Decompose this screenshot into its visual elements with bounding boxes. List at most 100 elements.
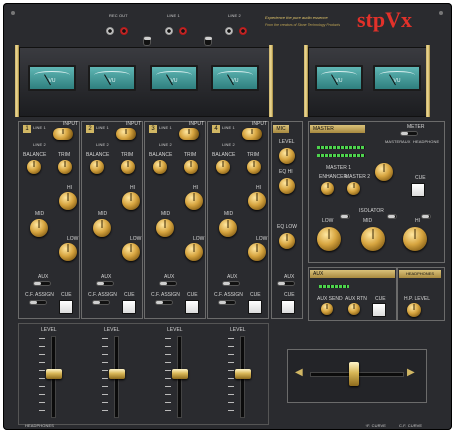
- cf-assign-switch-3[interactable]: [155, 300, 173, 305]
- mic-level-knob[interactable]: [279, 148, 295, 164]
- low-knob-4[interactable]: [248, 243, 266, 261]
- isolator-low-knob[interactable]: [317, 227, 341, 251]
- mid-knob-1[interactable]: [30, 219, 48, 237]
- cf-assign-switch-2[interactable]: [92, 300, 110, 305]
- input-selector-3[interactable]: [179, 128, 199, 140]
- trim-label: TRIM: [121, 152, 134, 158]
- isolator-low-kill[interactable]: [340, 214, 350, 219]
- balance-knob-4[interactable]: [216, 160, 230, 174]
- line2-label: LINE 2: [228, 13, 241, 18]
- aux-switch-2[interactable]: [96, 281, 114, 286]
- cue-label: CUE: [61, 292, 72, 298]
- aux-cue-button[interactable]: [372, 303, 386, 317]
- meter-opt: HEADPHONE: [413, 139, 440, 144]
- rec-out-jack-l[interactable]: [106, 27, 114, 35]
- cf-curve-label-left: ↑F. CURVE: [365, 423, 387, 428]
- master1-knob[interactable]: [375, 163, 393, 181]
- mid-knob-4[interactable]: [219, 219, 237, 237]
- line1-option: LINE 1: [33, 125, 46, 130]
- cue-button-3[interactable]: [185, 300, 199, 314]
- low-knob-2[interactable]: [122, 243, 140, 261]
- channel-fader-2[interactable]: [109, 369, 125, 379]
- input-selector-2[interactable]: [116, 128, 136, 140]
- low-label: LOW: [256, 236, 268, 242]
- fader-scale: [165, 338, 171, 418]
- vu-meter-master-l: VU: [315, 65, 363, 91]
- aux-rtn-knob[interactable]: [348, 303, 360, 315]
- hi-knob-2[interactable]: [122, 192, 140, 210]
- input-selector-4[interactable]: [242, 128, 262, 140]
- brand-tagline: Experience the pure audio essence: [265, 15, 328, 20]
- aux-switch-1[interactable]: [33, 281, 51, 286]
- low-knob-1[interactable]: [59, 243, 77, 261]
- aux-switch-4[interactable]: [222, 281, 240, 286]
- cf-assign-switch-1[interactable]: [29, 300, 47, 305]
- line1-jack-r[interactable]: [179, 27, 187, 35]
- balance-label: BALANCE: [23, 152, 47, 158]
- channel-strip-1: [18, 121, 80, 319]
- line1-jack-l[interactable]: [165, 27, 173, 35]
- cue-button-1[interactable]: [59, 300, 73, 314]
- enhancer-knob[interactable]: [321, 182, 334, 195]
- hi-knob-4[interactable]: [248, 192, 266, 210]
- screw: [11, 11, 15, 15]
- channel-fader-1[interactable]: [46, 369, 62, 379]
- channel-strip-2: [81, 121, 143, 319]
- channel-fader-4[interactable]: [235, 369, 251, 379]
- low-knob-3[interactable]: [185, 243, 203, 261]
- mic-aux-switch[interactable]: [277, 281, 295, 286]
- mic-cue-button[interactable]: [281, 300, 295, 314]
- master-cue-button[interactable]: [411, 183, 425, 197]
- aux-send-label: AUX SEND: [317, 296, 343, 302]
- cue-button-2[interactable]: [122, 300, 136, 314]
- hi-label: HI: [67, 185, 72, 191]
- cue-label: CUE: [187, 292, 198, 298]
- isolator-hi-kill[interactable]: [421, 214, 431, 219]
- low-label: LOW: [130, 236, 142, 242]
- hp-level-knob[interactable]: [407, 303, 421, 317]
- line2-jack-l[interactable]: [225, 27, 233, 35]
- line2-option: LINE 2: [159, 142, 172, 147]
- balance-knob-1[interactable]: [27, 160, 41, 174]
- isolator-mid-knob[interactable]: [361, 227, 385, 251]
- master2-knob[interactable]: [347, 182, 360, 195]
- mid-label: MID: [224, 211, 234, 217]
- meter-select-switch[interactable]: [400, 131, 418, 136]
- meter-label: METER: [407, 124, 425, 130]
- trim-knob-3[interactable]: [184, 160, 198, 174]
- cue-label: CUE: [250, 292, 261, 298]
- line1-ground-switch[interactable]: [143, 36, 151, 46]
- mid-knob-2[interactable]: [93, 219, 111, 237]
- cue-button-4[interactable]: [248, 300, 262, 314]
- aux-label: AUX: [101, 274, 112, 280]
- fader-level-label: LEVEL: [41, 327, 57, 333]
- meter-rail: [269, 45, 273, 117]
- line1-label: LINE 1: [167, 13, 180, 18]
- hi-knob-3[interactable]: [185, 192, 203, 210]
- channel-fader-3[interactable]: [172, 369, 188, 379]
- input-selector-1[interactable]: [53, 128, 73, 140]
- aux-send-knob[interactable]: [321, 303, 333, 315]
- cf-assign-switch-4[interactable]: [218, 300, 236, 305]
- balance-knob-2[interactable]: [90, 160, 104, 174]
- trim-knob-2[interactable]: [121, 160, 135, 174]
- mid-knob-3[interactable]: [156, 219, 174, 237]
- vu-meter-2: VU: [88, 65, 136, 91]
- aux-switch-3[interactable]: [159, 281, 177, 286]
- line2-ground-switch[interactable]: [204, 36, 212, 46]
- mic-eq-low-knob[interactable]: [279, 233, 295, 249]
- rec-out-jack-r[interactable]: [120, 27, 128, 35]
- mic-eq-hi-knob[interactable]: [279, 178, 295, 194]
- balance-knob-3[interactable]: [153, 160, 167, 174]
- isolator-low-label: LOW: [322, 218, 334, 224]
- mic-eq-low-label: EQ LOW: [277, 224, 298, 230]
- line2-jack-r[interactable]: [239, 27, 247, 35]
- isolator-mid-kill[interactable]: [387, 214, 397, 219]
- isolator-hi-knob[interactable]: [403, 227, 427, 251]
- hi-knob-1[interactable]: [59, 192, 77, 210]
- trim-knob-4[interactable]: [247, 160, 261, 174]
- mic-eq-hi-label: EQ HI: [279, 169, 293, 175]
- crossfader[interactable]: [349, 362, 359, 386]
- trim-knob-1[interactable]: [58, 160, 72, 174]
- line1-option: LINE 1: [96, 125, 109, 130]
